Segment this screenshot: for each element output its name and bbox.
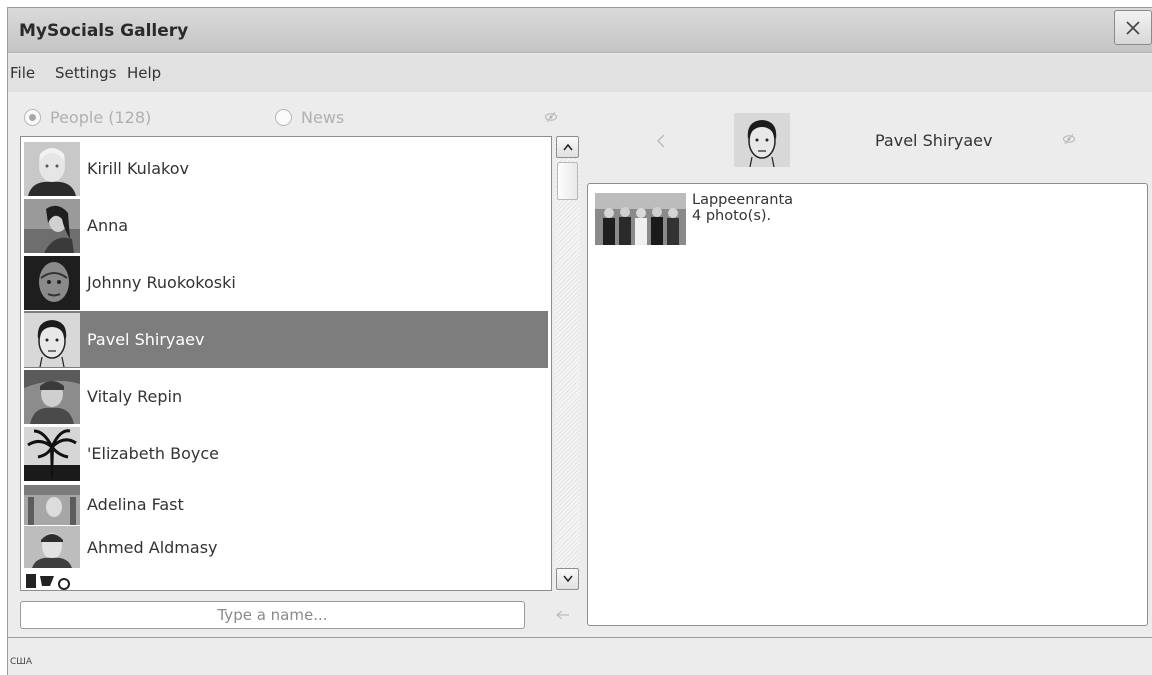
- eye-icon[interactable]: [1062, 132, 1076, 146]
- person-name: Kirill Kulakov: [87, 159, 189, 178]
- scroll-thumb[interactable]: [557, 162, 578, 200]
- menu-settings[interactable]: Settings: [55, 64, 117, 82]
- menu-bar: File Settings Help: [8, 54, 1152, 92]
- chevron-left-icon[interactable]: [656, 134, 666, 148]
- arrow-left-icon[interactable]: [556, 610, 570, 620]
- list-item[interactable]: Adelina Fast: [24, 482, 548, 527]
- tab-people[interactable]: People (128): [24, 108, 151, 127]
- album-list[interactable]: Lappeenranta 4 photo(s).: [587, 183, 1148, 626]
- news-radio[interactable]: [275, 109, 292, 126]
- people-radio[interactable]: [24, 109, 41, 126]
- person-name: Johnny Ruokokoski: [87, 273, 236, 292]
- list-item[interactable]: [24, 570, 548, 590]
- detail-person-name: Pavel Shiryaev: [875, 131, 993, 150]
- list-item[interactable]: 'Elizabeth Boyce: [24, 425, 548, 482]
- scroll-up-button[interactable]: [556, 136, 579, 158]
- list-item[interactable]: Kirill Kulakov: [24, 140, 548, 197]
- avatar: [24, 484, 80, 525]
- album-thumbnail: [595, 193, 686, 245]
- window-title: MySocials Gallery: [19, 21, 189, 41]
- list-item[interactable]: Vitaly Repin: [24, 368, 548, 425]
- avatar: [24, 526, 80, 568]
- list-item[interactable]: Ahmed Aldmasy: [24, 525, 548, 569]
- list-item[interactable]: Johnny Ruokokoski: [24, 254, 548, 311]
- tab-news[interactable]: News: [275, 108, 344, 127]
- status-text: США: [10, 657, 33, 667]
- people-radio-label: People (128): [50, 108, 152, 127]
- person-name: Vitaly Repin: [87, 387, 183, 406]
- menu-file[interactable]: File: [10, 64, 35, 82]
- chevron-down-icon: [562, 575, 573, 583]
- chevron-up-icon: [562, 143, 573, 151]
- title-bar: MySocials Gallery: [8, 8, 1152, 53]
- close-icon: [1126, 20, 1140, 35]
- people-scrollbar[interactable]: [555, 136, 580, 591]
- avatar: [24, 198, 80, 253]
- person-name: Anna: [87, 216, 129, 235]
- avatar: [24, 312, 80, 367]
- album-photo-count: 4 photo(s).: [692, 208, 772, 224]
- detail-header: Pavel Shiryaev: [588, 92, 1148, 184]
- name-search-input[interactable]: [20, 601, 525, 629]
- avatar: [24, 255, 80, 310]
- scroll-down-button[interactable]: [556, 568, 579, 590]
- avatar: [734, 113, 790, 167]
- menu-help[interactable]: Help: [127, 64, 161, 82]
- album-title: Lappeenranta: [692, 192, 794, 208]
- person-name: Ahmed Aldmasy: [87, 537, 218, 557]
- avatar: [24, 572, 80, 590]
- person-name: Pavel Shiryaev: [87, 330, 205, 349]
- avatar: [24, 141, 80, 196]
- main-content: People (128) News Kirill Kulakov Anna Jo…: [8, 92, 1152, 634]
- news-radio-label: News: [301, 108, 345, 127]
- app-window: MySocials Gallery File Settings Help Peo…: [7, 7, 1152, 675]
- eye-icon[interactable]: [544, 110, 558, 124]
- close-button[interactable]: [1114, 10, 1152, 45]
- avatar: [24, 426, 80, 481]
- person-name: Adelina Fast: [87, 495, 184, 514]
- list-item[interactable]: Anna: [24, 197, 548, 254]
- list-item[interactable]: Pavel Shiryaev: [24, 311, 548, 368]
- avatar: [24, 369, 80, 424]
- person-name: 'Elizabeth Boyce: [87, 444, 219, 463]
- album-item[interactable]: Lappeenranta 4 photo(s).: [595, 192, 793, 245]
- people-list[interactable]: Kirill Kulakov Anna Johnny Ruokokoski Pa…: [20, 136, 552, 591]
- status-bar: США: [8, 637, 1152, 675]
